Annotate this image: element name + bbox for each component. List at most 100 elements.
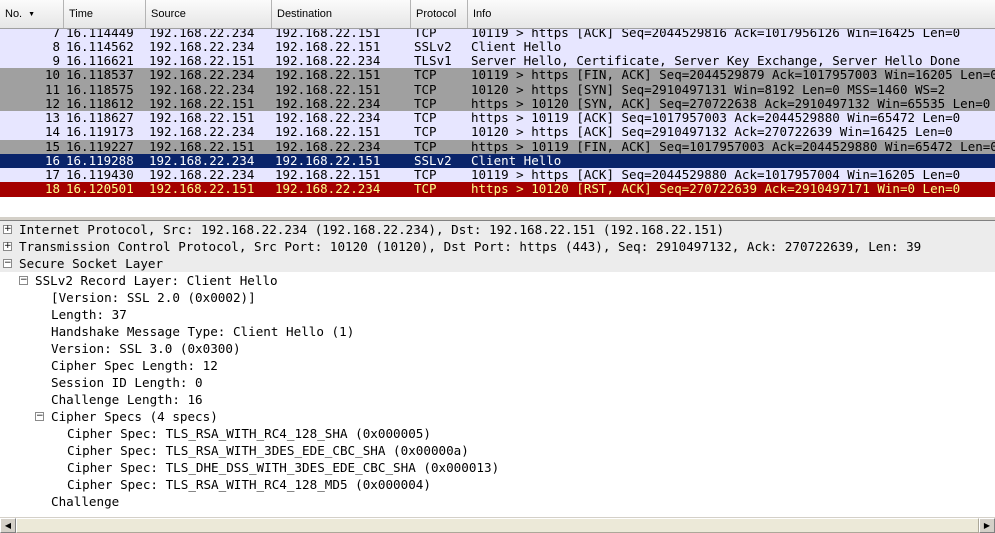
packet-time-cell: 16.119173 xyxy=(66,125,134,140)
packet-protocol-cell: TLSv1 xyxy=(414,54,452,68)
column-header-time[interactable]: Time xyxy=(64,0,146,28)
packet-destination-cell: 192.168.22.151 xyxy=(275,82,381,97)
detail-tree-label: Transmission Control Protocol, Src Port:… xyxy=(19,239,922,254)
packet-info-cell: Client Hello xyxy=(471,153,562,168)
packet-details-tree[interactable]: + Internet Protocol, Src: 192.168.22.234 … xyxy=(0,221,995,517)
detail-tree-label: SSLv2 Record Layer: Client Hello xyxy=(35,273,278,288)
packet-source-cell: 192.168.22.234 xyxy=(149,125,255,140)
packet-destination-cell: 192.168.22.151 xyxy=(275,125,381,140)
packet-info-cell: https > 10119 [FIN, ACK] Seq=1017957003 … xyxy=(471,139,995,154)
packet-info-cell: 10119 > https [ACK] Seq=2044529880 Ack=1… xyxy=(471,168,961,182)
packet-row[interactable]: 11 16.118575 192.168.22.234 192.168.22.151 T… xyxy=(0,82,995,97)
packet-time-cell: 16.118627 xyxy=(66,111,134,125)
packet-protocol-cell: TCP xyxy=(414,68,437,83)
packet-time-cell: 16.118537 xyxy=(66,68,134,83)
column-header-no[interactable]: No. ▼ xyxy=(0,0,64,28)
collapse-icon[interactable]: − xyxy=(35,412,44,421)
detail-tree-label: Cipher Spec: TLS_DHE_DSS_WITH_3DES_EDE_C… xyxy=(67,460,500,475)
packet-info-cell: Client Hello xyxy=(471,39,562,54)
packet-source-cell: 192.168.22.151 xyxy=(149,111,255,125)
scrollbar-thumb[interactable] xyxy=(16,518,979,533)
detail-tree-label: Secure Socket Layer xyxy=(19,256,164,271)
column-header-protocol[interactable]: Protocol xyxy=(411,0,468,28)
packet-row[interactable]: 12 16.118612 192.168.22.151 192.168.22.234 T… xyxy=(0,96,995,111)
detail-tree-item[interactable]: − Secure Socket Layer xyxy=(0,255,995,272)
detail-tree-label: Cipher Spec: TLS_RSA_WITH_3DES_EDE_CBC_S… xyxy=(67,443,469,458)
expand-icon[interactable]: + xyxy=(3,242,12,251)
packet-row[interactable]: 15 16.119227 192.168.22.151 192.168.22.234 T… xyxy=(0,139,995,154)
scroll-left-arrow-icon[interactable]: ◀ xyxy=(0,518,16,533)
packet-time-cell: 16.119288 xyxy=(66,153,134,168)
column-label: Time xyxy=(69,8,94,20)
column-header-destination[interactable]: Destination xyxy=(272,0,411,28)
packet-time-cell: 16.119430 xyxy=(66,168,134,182)
packet-source-cell: 192.168.22.151 xyxy=(149,182,255,197)
packet-no-cell: 17 xyxy=(44,168,60,182)
horizontal-scrollbar[interactable]: ◀ ▶ xyxy=(0,517,995,533)
packet-destination-cell: 192.168.22.151 xyxy=(275,68,381,83)
detail-tree-label: Length: 37 xyxy=(51,307,127,322)
detail-tree-item[interactable]: + Transmission Control Protocol, Src Port… xyxy=(0,238,995,255)
collapse-icon[interactable]: − xyxy=(19,276,28,285)
packet-info-cell: https > 10120 [SYN, ACK] Seq=270722638 A… xyxy=(471,96,995,111)
detail-tree-label: Cipher Spec Length: 12 xyxy=(51,358,218,373)
packet-protocol-cell: TCP xyxy=(414,82,437,97)
packet-protocol-cell: SSLv2 xyxy=(414,39,452,54)
detail-tree-label: Internet Protocol, Src: 192.168.22.234 (… xyxy=(19,222,725,237)
packet-no-cell: 11 xyxy=(44,82,60,97)
packet-row[interactable]: 14 16.119173 192.168.22.234 192.168.22.151 T… xyxy=(0,125,995,140)
packet-no-cell: 18 xyxy=(44,182,60,197)
packet-rows: 516.113820192.168.22.234192.168.22.151TC… xyxy=(0,0,995,197)
packet-source-cell: 192.168.22.234 xyxy=(149,168,255,182)
packet-info-cell: Server Hello, Certificate, Server Key Ex… xyxy=(471,54,961,68)
packet-source-cell: 192.168.22.234 xyxy=(149,68,255,83)
packet-no-cell: 15 xyxy=(44,139,60,154)
packet-row[interactable]: 18 16.120501 192.168.22.151 192.168.22.234 T… xyxy=(0,182,995,197)
expand-icon[interactable]: + xyxy=(3,225,12,234)
packet-destination-cell: 192.168.22.234 xyxy=(275,111,381,125)
packet-destination-cell: 192.168.22.234 xyxy=(275,54,381,68)
packet-destination-cell: 192.168.22.234 xyxy=(275,139,381,154)
packet-destination-cell: 192.168.22.234 xyxy=(275,96,381,111)
packet-protocol-cell: TCP xyxy=(414,111,437,125)
column-label: Protocol xyxy=(416,8,457,20)
packet-protocol-cell: TCP xyxy=(414,96,437,111)
packet-row[interactable]: 17 16.119430 192.168.22.234 192.168.22.151 T… xyxy=(0,168,995,183)
detail-tree-label: Cipher Spec: TLS_RSA_WITH_RC4_128_MD5 (0… xyxy=(67,477,431,492)
column-label: Source xyxy=(151,8,186,20)
packet-source-cell: 192.168.22.234 xyxy=(149,82,255,97)
packet-source-cell: 192.168.22.151 xyxy=(149,96,255,111)
packet-info-cell: https > 10120 [RST, ACK] Seq=270722639 A… xyxy=(471,182,961,197)
column-header-source[interactable]: Source xyxy=(146,0,272,28)
sort-down-arrow-icon: ▼ xyxy=(28,11,36,18)
column-header-info[interactable]: Info xyxy=(468,0,995,28)
packet-info-cell: 10119 > https [FIN, ACK] Seq=2044529879 … xyxy=(471,68,995,83)
packet-no-cell: 10 xyxy=(44,68,60,83)
packet-destination-cell: 192.168.22.234 xyxy=(275,182,381,197)
detail-tree-item[interactable]: + Internet Protocol, Src: 192.168.22.234 … xyxy=(0,221,995,238)
packet-row[interactable]: 13 16.118627 192.168.22.151 192.168.22.234 T… xyxy=(0,111,995,126)
packet-no-cell: 9 xyxy=(52,54,60,68)
detail-tree-label: Handshake Message Type: Client Hello (1) xyxy=(51,324,355,339)
packet-source-cell: 192.168.22.234 xyxy=(149,39,255,54)
packet-row[interactable]: 10 16.118537 192.168.22.234 192.168.22.151 T… xyxy=(0,68,995,83)
column-label: Info xyxy=(473,8,492,20)
packet-source-cell: 192.168.22.151 xyxy=(149,54,255,68)
scroll-right-arrow-icon[interactable]: ▶ xyxy=(979,518,995,533)
packet-time-cell: 16.116621 xyxy=(66,54,134,68)
packet-row[interactable]: 9 16.116621 192.168.22.151 192.168.22.234 TL… xyxy=(0,54,995,69)
packet-destination-cell: 192.168.22.151 xyxy=(275,39,381,54)
column-label: No. xyxy=(5,8,23,20)
packet-source-cell: 192.168.22.234 xyxy=(149,153,255,168)
packet-info-cell: 10120 > https [ACK] Seq=2910497132 Ack=2… xyxy=(471,125,953,140)
packet-list[interactable]: 516.113820192.168.22.234192.168.22.151TC… xyxy=(0,0,995,216)
packet-time-cell: 16.120501 xyxy=(66,182,134,197)
collapse-icon[interactable]: − xyxy=(3,259,12,268)
detail-tree-label: Version: SSL 3.0 (0x0300) xyxy=(51,341,241,356)
packet-protocol-cell: TCP xyxy=(414,168,437,182)
packet-row[interactable]: 8 16.114562 192.168.22.234 192.168.22.151 SS… xyxy=(0,39,995,54)
detail-tree-label: Cipher Specs (4 specs) xyxy=(51,409,218,424)
detail-tree-label: Session ID Length: 0 xyxy=(51,375,203,390)
packet-source-cell: 192.168.22.151 xyxy=(149,139,255,154)
packet-row[interactable]: 16 16.119288 192.168.22.234 192.168.22.151 S… xyxy=(0,153,995,168)
